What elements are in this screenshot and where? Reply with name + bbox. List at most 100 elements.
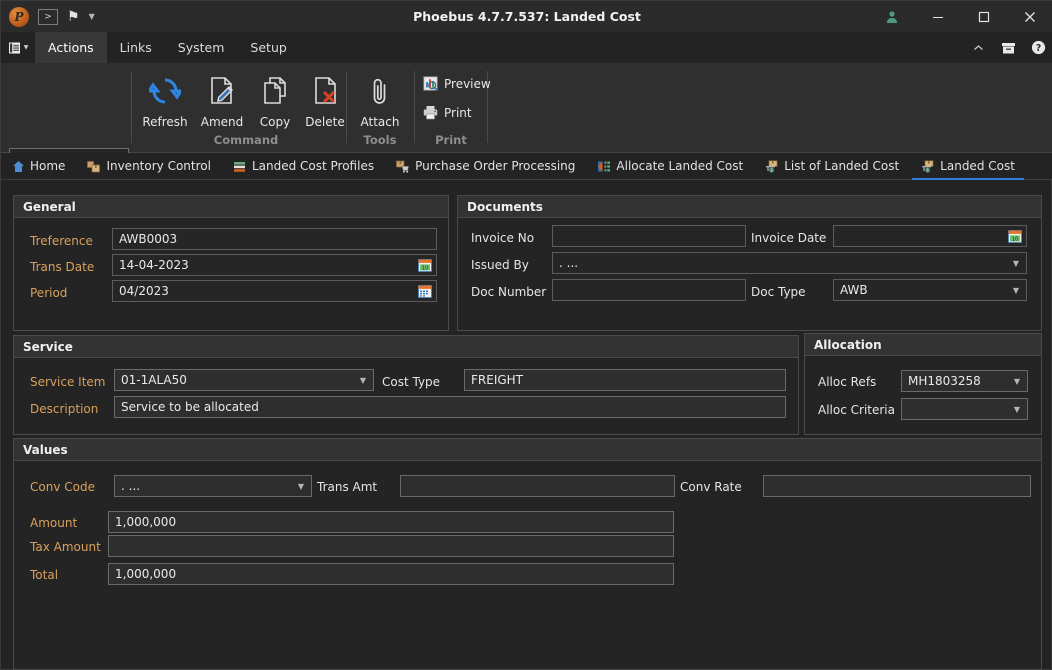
amend-button[interactable]: Amend: [193, 71, 251, 129]
tab-list-of-landed-cost[interactable]: $ List of Landed Cost: [754, 153, 910, 180]
amount-input[interactable]: 1,000,000: [108, 511, 674, 533]
menu-item-actions[interactable]: Actions: [35, 32, 107, 63]
home-icon: [13, 160, 24, 172]
help-glyph: ?: [1031, 40, 1045, 54]
minimize-button[interactable]: [915, 1, 961, 32]
trans-date-input[interactable]: 14-04-2023 10: [112, 254, 437, 276]
tab-label: List of Landed Cost: [784, 159, 900, 173]
app-logo-icon[interactable]: P: [9, 6, 29, 27]
tab-label: Purchase Order Processing: [415, 159, 576, 173]
alloc-refs-value: MH1803258: [908, 374, 981, 388]
archive-glyph: [1001, 42, 1015, 53]
ribbon-group-label-print: Print: [435, 133, 467, 147]
chevron-down-icon[interactable]: ▼: [1013, 259, 1019, 268]
alloc-refs-dropdown[interactable]: MH1803258 ▼: [901, 370, 1028, 392]
service-item-dropdown[interactable]: 01-1ALA50 ▼: [114, 369, 374, 391]
invoice-date-label: Invoice Date: [751, 231, 827, 245]
documents-panel-title: Documents: [458, 196, 1041, 218]
print-label: Print: [444, 105, 472, 120]
amend-glyph: [211, 77, 233, 104]
conv-rate-input[interactable]: [763, 475, 1031, 497]
copy-glyph: [264, 77, 286, 104]
collapse-ribbon-icon[interactable]: [963, 32, 993, 63]
invoice-date-input[interactable]: 10: [833, 225, 1027, 247]
maximize-button[interactable]: [961, 1, 1007, 32]
cart-box-icon: [396, 160, 410, 173]
chevron-down-icon[interactable]: ▼: [1014, 377, 1020, 386]
console-icon[interactable]: >: [38, 8, 58, 25]
chevron-down-icon[interactable]: ▼: [1013, 286, 1019, 295]
trans-date-label: Trans Date: [30, 260, 95, 274]
tax-amount-input[interactable]: [108, 535, 674, 557]
description-label: Description: [30, 402, 99, 416]
tab-label: Inventory Control: [106, 159, 211, 173]
chevron-down-icon[interactable]: ▼: [298, 482, 304, 491]
tab-landed-cost-profiles[interactable]: Landed Cost Profiles: [222, 153, 385, 180]
menu-bar: ▼ Actions Links System Setup ?: [1, 32, 1052, 63]
description-value: Service to be allocated: [121, 400, 259, 414]
bookmark-icon[interactable]: ⚑: [67, 10, 80, 24]
help-icon[interactable]: ?: [1023, 32, 1052, 63]
svg-text:10: 10: [422, 265, 428, 271]
alloc-criteria-label: Alloc Criteria: [818, 403, 895, 417]
attach-button[interactable]: Attach: [351, 71, 409, 129]
svg-text:$: $: [926, 167, 929, 172]
issued-by-dropdown[interactable]: . ... ▼: [552, 252, 1027, 274]
allocation-panel-title: Allocation: [805, 334, 1041, 356]
menu-item-setup[interactable]: Setup: [237, 32, 299, 63]
chevron-down-icon[interactable]: ▼: [1014, 405, 1020, 414]
tab-label: Home: [30, 159, 66, 173]
cost-type-input: FREIGHT: [464, 369, 786, 391]
chevron-down-icon[interactable]: ▼: [89, 12, 95, 21]
tab-home[interactable]: Home: [1, 153, 76, 180]
print-button[interactable]: Print: [423, 105, 472, 120]
chevron-down-icon[interactable]: ▼: [360, 376, 366, 385]
attach-icon: [368, 71, 392, 111]
doc-number-input[interactable]: [552, 279, 746, 301]
tab-label: Landed Cost: [940, 159, 1015, 173]
alloc-refs-label: Alloc Refs: [818, 375, 877, 389]
conv-code-value: . ...: [121, 479, 141, 493]
description-input[interactable]: Service to be allocated: [114, 396, 786, 418]
preview-button[interactable]: Preview: [423, 76, 491, 91]
general-panel: General Treference AWB0003 Trans Date 14…: [13, 195, 449, 331]
refresh-glyph: [149, 78, 181, 104]
conv-code-dropdown[interactable]: . ... ▼: [114, 475, 312, 497]
tab-landed-cost[interactable]: $ Landed Cost: [910, 153, 1026, 180]
allocation-panel: Allocation Alloc Refs MH1803258 ▼ Alloc …: [804, 333, 1042, 435]
amend-label: Amend: [200, 115, 244, 129]
trans-amt-input[interactable]: [400, 475, 675, 497]
refresh-icon: [149, 71, 181, 111]
menu-bar-right-icons: ?: [963, 32, 1052, 63]
issued-by-value: . ...: [559, 256, 579, 270]
period-input[interactable]: 04/2023: [112, 280, 437, 302]
values-panel: Values Conv Code . ... ▼ Trans Amt Conv …: [13, 438, 1042, 670]
refresh-label: Refresh: [142, 115, 188, 129]
amend-icon: [208, 71, 236, 111]
paperclip-glyph: [373, 78, 386, 104]
cost-type-label: Cost Type: [382, 375, 441, 389]
alloc-criteria-dropdown[interactable]: ▼: [901, 398, 1028, 420]
user-account-icon[interactable]: [869, 1, 915, 32]
menu-item-system[interactable]: System: [165, 32, 238, 63]
calendar-day-icon[interactable]: 10: [418, 258, 432, 272]
refresh-button[interactable]: Refresh: [136, 71, 194, 129]
tab-purchase-order-processing[interactable]: Purchase Order Processing: [385, 153, 586, 180]
close-button[interactable]: [1007, 1, 1052, 32]
treference-input[interactable]: AWB0003: [112, 228, 437, 250]
period-value: 04/2023: [119, 284, 169, 298]
menu-item-links[interactable]: Links: [107, 32, 165, 63]
tab-allocate-landed-cost[interactable]: Allocate Landed Cost: [586, 153, 754, 180]
application-menu-button[interactable]: ▼: [1, 32, 35, 63]
doc-type-label: Doc Type: [751, 285, 806, 299]
archive-icon[interactable]: [993, 32, 1023, 63]
tab-inventory-control[interactable]: Inventory Control: [76, 153, 222, 180]
delete-label: Delete: [305, 115, 345, 129]
menu-label: Links: [119, 40, 152, 55]
doc-type-dropdown[interactable]: AWB ▼: [833, 279, 1027, 301]
invoice-no-input[interactable]: [552, 225, 746, 247]
calendar-day-icon[interactable]: 10: [1008, 229, 1022, 243]
calendar-month-icon[interactable]: [418, 284, 432, 298]
close-icon: [1025, 11, 1035, 22]
issued-by-label: Issued By: [471, 258, 529, 272]
